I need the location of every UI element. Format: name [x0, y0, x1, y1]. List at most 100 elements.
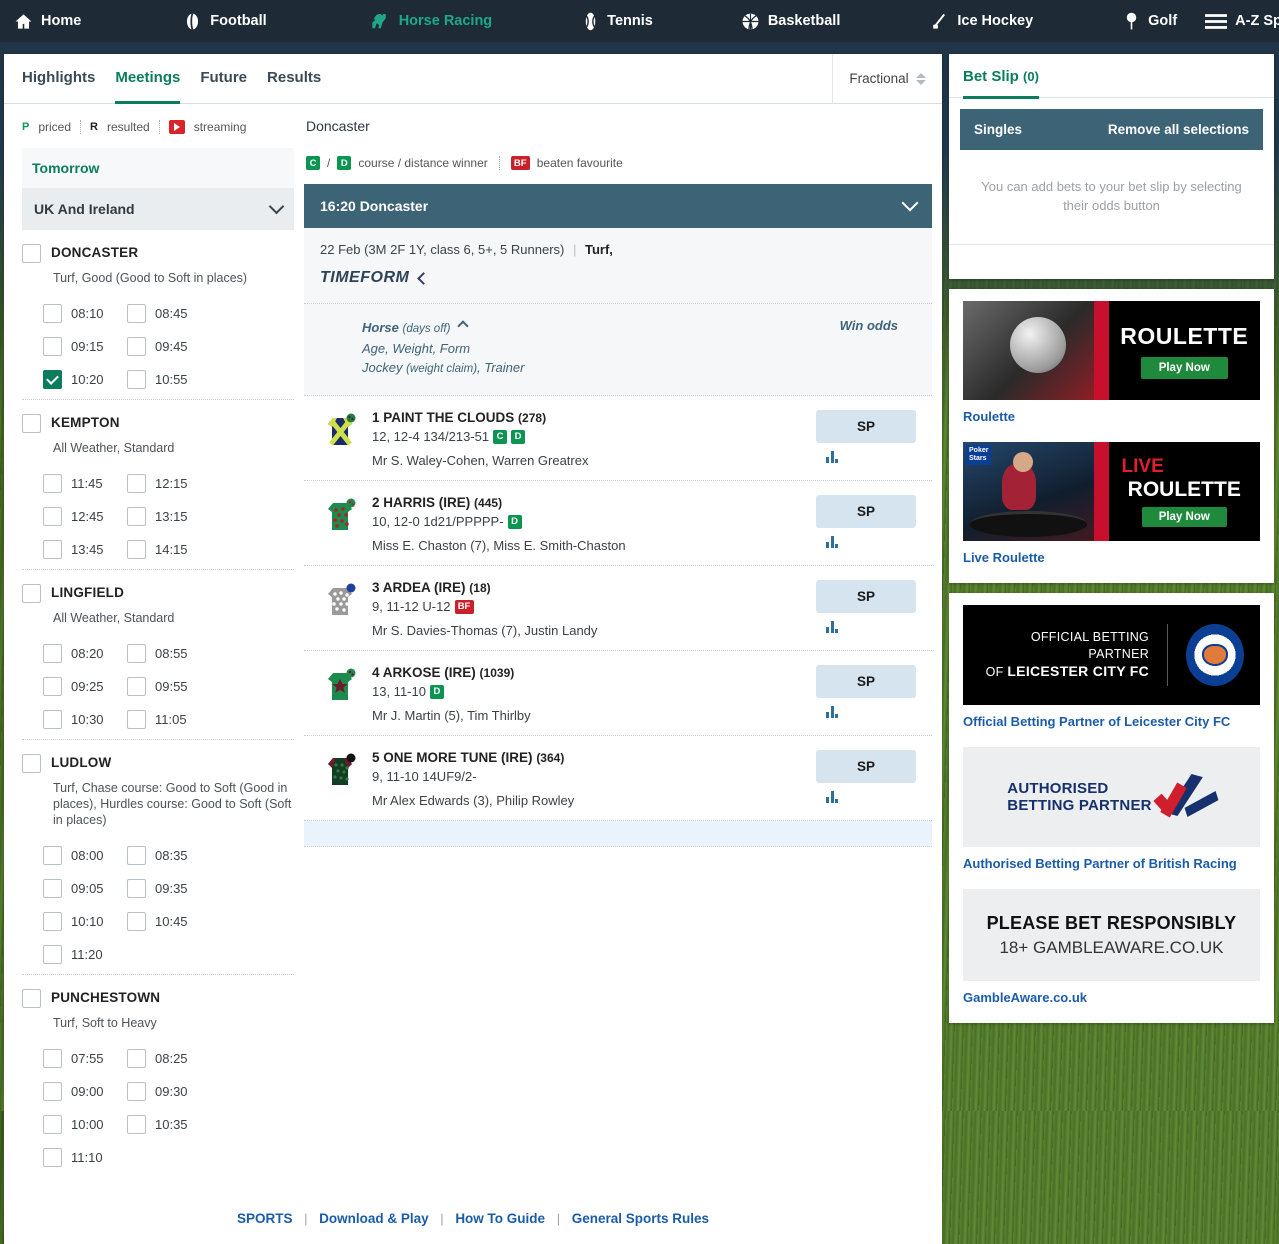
race-time-checkbox[interactable]	[43, 879, 62, 898]
price-history-icon[interactable]	[826, 451, 838, 463]
odds-button[interactable]: SP	[816, 410, 916, 443]
partner-caption-gambleaware[interactable]: GambleAware.co.uk	[963, 981, 1260, 1019]
race-time-item[interactable]: 14:15	[127, 540, 211, 559]
footer-link-sports[interactable]: SPORTS	[237, 1211, 293, 1226]
race-time-checkbox[interactable]	[127, 370, 146, 389]
partner-caption-abp[interactable]: Authorised Betting Partner of British Ra…	[963, 847, 1260, 885]
runner-name-line[interactable]: 3 ARDEA (IRE) (18)	[372, 580, 801, 595]
race-time-checkbox[interactable]	[127, 879, 146, 898]
race-time-checkbox[interactable]	[43, 1115, 62, 1134]
race-time-checkbox[interactable]	[43, 507, 62, 526]
runner-name-line[interactable]: 1 PAINT THE CLOUDS (278)	[372, 410, 801, 425]
nav-item-a-z-sports[interactable]: A-Z Sports	[1191, 0, 1279, 42]
odds-format-select[interactable]: Fractional	[832, 54, 942, 103]
race-time-checkbox[interactable]	[43, 540, 62, 559]
nav-item-golf[interactable]: Golf	[1109, 0, 1191, 42]
race-time-checkbox[interactable]	[127, 304, 146, 323]
nav-item-football[interactable]: Football	[169, 0, 280, 42]
race-time-checkbox[interactable]	[43, 474, 62, 493]
gambleaware-banner[interactable]: PLEASE BET RESPONSIBLY 18+ GAMBLEAWARE.C…	[963, 889, 1260, 981]
race-time-checkbox[interactable]	[43, 337, 62, 356]
race-time-checkbox[interactable]	[127, 507, 146, 526]
race-time-checkbox[interactable]	[43, 370, 62, 389]
race-time-item[interactable]: 08:45	[127, 304, 211, 323]
runner-name-line[interactable]: 4 ARKOSE (IRE) (1039)	[372, 665, 801, 680]
race-time-item[interactable]: 09:55	[127, 677, 211, 696]
footer-link-download-play[interactable]: Download & Play	[319, 1211, 429, 1226]
chevron-up-icon[interactable]	[457, 320, 469, 332]
remove-all-selections-button[interactable]: Remove all selections	[1108, 122, 1249, 137]
race-time-item[interactable]: 11:20	[43, 945, 127, 964]
betslip-title[interactable]: Bet Slip (0)	[963, 68, 1039, 99]
race-time-item[interactable]: 10:30	[43, 710, 127, 729]
nav-item-home[interactable]: Home	[0, 0, 95, 42]
nav-item-tennis[interactable]: Tennis	[568, 0, 667, 42]
race-time-item[interactable]: 10:10	[43, 912, 127, 931]
race-time-checkbox[interactable]	[43, 644, 62, 663]
region-filter-uk-ireland[interactable]: UK And Ireland	[22, 188, 294, 230]
live-roulette-banner-image[interactable]: Poker Stars LIVE ROULETTE Play Now	[963, 442, 1260, 541]
race-time-checkbox[interactable]	[127, 1115, 146, 1134]
runner-name-line[interactable]: 2 HARRIS (IRE) (445)	[372, 495, 801, 510]
race-time-checkbox[interactable]	[43, 710, 62, 729]
promo-caption-live-roulette[interactable]: Live Roulette	[963, 541, 1260, 579]
price-history-icon[interactable]	[826, 706, 838, 718]
race-time-checkbox[interactable]	[127, 677, 146, 696]
race-time-item[interactable]: 08:55	[127, 644, 211, 663]
odds-button[interactable]: SP	[816, 750, 916, 783]
leicester-banner[interactable]: OFFICIAL BETTING PARTNER OF LEICESTER CI…	[963, 605, 1260, 705]
course-checkbox[interactable]	[22, 244, 41, 263]
race-time-item[interactable]: 11:05	[127, 710, 211, 729]
race-time-item[interactable]: 10:00	[43, 1115, 127, 1134]
nav-item-ice-hockey[interactable]: Ice Hockey	[916, 0, 1047, 42]
race-time-item[interactable]: 09:30	[127, 1082, 211, 1101]
race-time-item[interactable]: 07:55	[43, 1049, 127, 1068]
race-time-item[interactable]: 09:45	[127, 337, 211, 356]
price-history-icon[interactable]	[826, 791, 838, 803]
day-filter-tomorrow[interactable]: Tomorrow	[22, 148, 294, 188]
race-time-item[interactable]: 08:20	[43, 644, 127, 663]
race-time-item[interactable]: 08:25	[127, 1049, 211, 1068]
odds-button[interactable]: SP	[816, 580, 916, 613]
race-time-checkbox[interactable]	[43, 846, 62, 865]
race-time-checkbox[interactable]	[127, 846, 146, 865]
race-time-item[interactable]: 13:15	[127, 507, 211, 526]
race-time-item[interactable]: 10:20	[43, 370, 127, 389]
race-header[interactable]: 16:20 Doncaster	[304, 184, 932, 228]
race-time-item[interactable]: 09:35	[127, 879, 211, 898]
race-time-item[interactable]: 11:10	[43, 1148, 127, 1167]
race-time-item[interactable]: 08:10	[43, 304, 127, 323]
play-now-button[interactable]: Play Now	[1141, 506, 1227, 527]
race-time-item[interactable]: 10:45	[127, 912, 211, 931]
odds-button[interactable]: SP	[816, 495, 916, 528]
race-time-item[interactable]: 13:45	[43, 540, 127, 559]
race-time-checkbox[interactable]	[43, 945, 62, 964]
race-time-checkbox[interactable]	[43, 304, 62, 323]
race-time-item[interactable]: 12:45	[43, 507, 127, 526]
timeform-row[interactable]: TIMEFORM	[320, 269, 916, 287]
race-time-checkbox[interactable]	[127, 1049, 146, 1068]
race-time-item[interactable]: 09:15	[43, 337, 127, 356]
tab-future[interactable]: Future	[200, 54, 247, 104]
abp-banner[interactable]: AUTHORISED BETTING PARTNER	[963, 747, 1260, 847]
race-time-item[interactable]: 09:00	[43, 1082, 127, 1101]
nav-item-horse-racing[interactable]: Horse Racing	[355, 0, 506, 42]
promo-caption-roulette[interactable]: Roulette	[963, 400, 1260, 438]
race-time-checkbox[interactable]	[43, 1082, 62, 1101]
race-time-checkbox[interactable]	[127, 710, 146, 729]
chevron-left-icon[interactable]	[417, 271, 431, 285]
race-time-checkbox[interactable]	[127, 474, 146, 493]
roulette-banner-image[interactable]: ROULETTE Play Now	[963, 301, 1260, 400]
race-time-checkbox[interactable]	[127, 540, 146, 559]
race-time-item[interactable]: 09:25	[43, 677, 127, 696]
tab-results[interactable]: Results	[267, 54, 321, 104]
play-now-button[interactable]: Play Now	[1140, 356, 1228, 379]
race-time-item[interactable]: 10:55	[127, 370, 211, 389]
race-time-checkbox[interactable]	[43, 1148, 62, 1167]
runner-name-line[interactable]: 5 ONE MORE TUNE (IRE) (364)	[372, 750, 801, 765]
tab-highlights[interactable]: Highlights	[22, 54, 95, 104]
race-time-checkbox[interactable]	[127, 644, 146, 663]
course-checkbox[interactable]	[22, 414, 41, 433]
race-time-item[interactable]: 10:35	[127, 1115, 211, 1134]
race-time-item[interactable]: 11:45	[43, 474, 127, 493]
